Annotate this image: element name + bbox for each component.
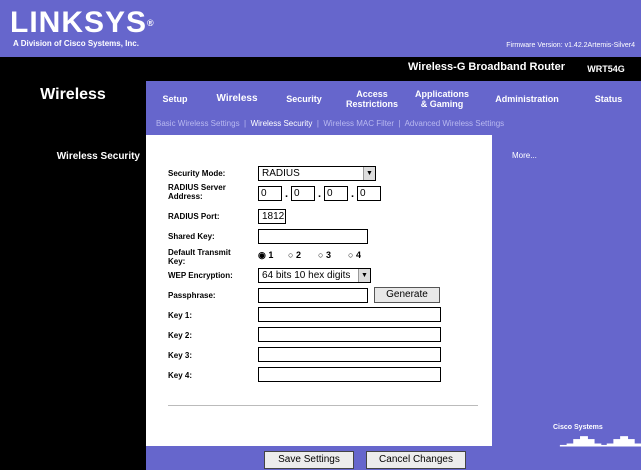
subnav-wireless-security[interactable]: Wireless Security — [251, 119, 313, 128]
tab-administration[interactable]: Administration — [478, 81, 576, 117]
wep-encryption-label: WEP Encryption: — [168, 271, 233, 280]
linksys-logo: LINKSYS® — [10, 6, 154, 39]
right-help-panel: More... — [492, 135, 641, 470]
radius-ip-octet-2[interactable]: 0 — [291, 186, 315, 201]
main-nav: Setup Wireless Security Access Restricti… — [146, 81, 641, 117]
key4-label: Key 4: — [168, 371, 193, 380]
radio-label-3: 3 — [325, 250, 331, 260]
key2-input[interactable] — [258, 327, 441, 342]
key4-input[interactable] — [258, 367, 441, 382]
left-section-header: Wireless Security — [0, 149, 146, 165]
security-mode-select[interactable]: RADIUS ▼ — [258, 166, 376, 181]
cisco-logo-text: Cisco Systems — [553, 424, 603, 431]
default-key-label: Default Transmit Key: — [168, 248, 231, 266]
radio-label-4: 4 — [355, 250, 361, 260]
tab-status[interactable]: Status — [576, 81, 641, 117]
chevron-down-icon: ▼ — [358, 269, 370, 282]
cancel-changes-button[interactable]: Cancel Changes — [366, 451, 466, 469]
subnav-separator: | — [244, 119, 247, 128]
router-admin-page: LINKSYS® A Division of Cisco Systems, In… — [0, 0, 641, 470]
radius-port-label: RADIUS Port: — [168, 212, 220, 221]
radius-port-input[interactable]: 1812 — [258, 209, 286, 224]
tab-access-restrictions[interactable]: Access Restrictions — [338, 81, 406, 117]
key3-label: Key 3: — [168, 351, 193, 360]
security-mode-value: RADIUS — [262, 168, 300, 179]
wep-encryption-select[interactable]: 64 bits 10 hex digits ▼ — [258, 268, 371, 283]
default-key-radio-1[interactable]: ◉ 1 — [258, 250, 273, 261]
subnav-separator: | — [398, 119, 401, 128]
radio-label-2: 2 — [295, 250, 301, 260]
tab-wireless[interactable]: Wireless — [204, 81, 270, 117]
subnav-separator: | — [316, 119, 319, 128]
section-block: Wireless — [0, 81, 146, 135]
model-badge: WRT54G — [578, 61, 634, 77]
save-settings-button[interactable]: Save Settings — [264, 451, 354, 469]
ip-dot: . — [351, 188, 355, 200]
left-panel — [0, 135, 146, 470]
header-bar: LINKSYS® A Division of Cisco Systems, In… — [0, 0, 641, 57]
radio-label-1: 1 — [268, 250, 274, 260]
divider — [168, 405, 478, 406]
passphrase-label: Passphrase: — [168, 291, 216, 300]
default-key-radio-3[interactable]: ○ 3 — [318, 250, 331, 260]
default-key-radio-2[interactable]: ○ 2 — [288, 250, 301, 260]
key1-input[interactable] — [258, 307, 441, 322]
product-name: Wireless-G Broadband Router — [408, 61, 565, 73]
wep-encryption-value: 64 bits 10 hex digits — [262, 270, 351, 281]
tab-security[interactable]: Security — [270, 81, 338, 117]
tab-applications-gaming[interactable]: Applications & Gaming — [406, 81, 478, 117]
key1-label: Key 1: — [168, 311, 193, 320]
security-mode-label: Security Mode: — [168, 169, 226, 178]
form-area: Security Mode: RADIUS ▼ RADIUS Server Ad… — [146, 135, 492, 470]
subnav-mac-filter[interactable]: Wireless MAC Filter — [323, 119, 394, 128]
key2-label: Key 2: — [168, 331, 193, 340]
logo-subtitle: A Division of Cisco Systems, Inc. — [13, 39, 139, 48]
cisco-bars-icon: ▁▂▅▇▅▂▁▂▅▇▅▂▁ — [560, 436, 641, 447]
passphrase-input[interactable] — [258, 288, 368, 303]
subnav-basic-wireless[interactable]: Basic Wireless Settings — [156, 119, 240, 128]
radius-ip-octet-4[interactable]: 0 — [357, 186, 381, 201]
radius-ip-octet-1[interactable]: 0 — [258, 186, 282, 201]
chevron-down-icon: ▼ — [363, 167, 375, 180]
radius-ip-octet-3[interactable]: 0 — [324, 186, 348, 201]
radius-address-label: RADIUS Server Address: — [168, 183, 226, 201]
ip-dot: . — [285, 188, 289, 200]
firmware-version: Firmware Version: v1.42.2Artemis-Silver4 — [506, 42, 635, 49]
subnav-advanced-wireless[interactable]: Advanced Wireless Settings — [405, 119, 505, 128]
more-link[interactable]: More... — [512, 151, 537, 160]
key3-input[interactable] — [258, 347, 441, 362]
ip-dot: . — [318, 188, 322, 200]
tab-setup[interactable]: Setup — [146, 81, 204, 117]
shared-key-label: Shared Key: — [168, 232, 215, 241]
default-key-radio-4[interactable]: ○ 4 — [348, 250, 361, 260]
sub-nav: Basic Wireless Settings | Wireless Secur… — [146, 117, 641, 135]
section-title: Wireless — [40, 86, 106, 103]
shared-key-input[interactable] — [258, 229, 368, 244]
product-bar: Wireless-G Broadband Router WRT54G — [0, 57, 641, 81]
footer-bar: Save Settings Cancel Changes — [146, 446, 492, 470]
generate-button[interactable]: Generate — [374, 287, 440, 303]
